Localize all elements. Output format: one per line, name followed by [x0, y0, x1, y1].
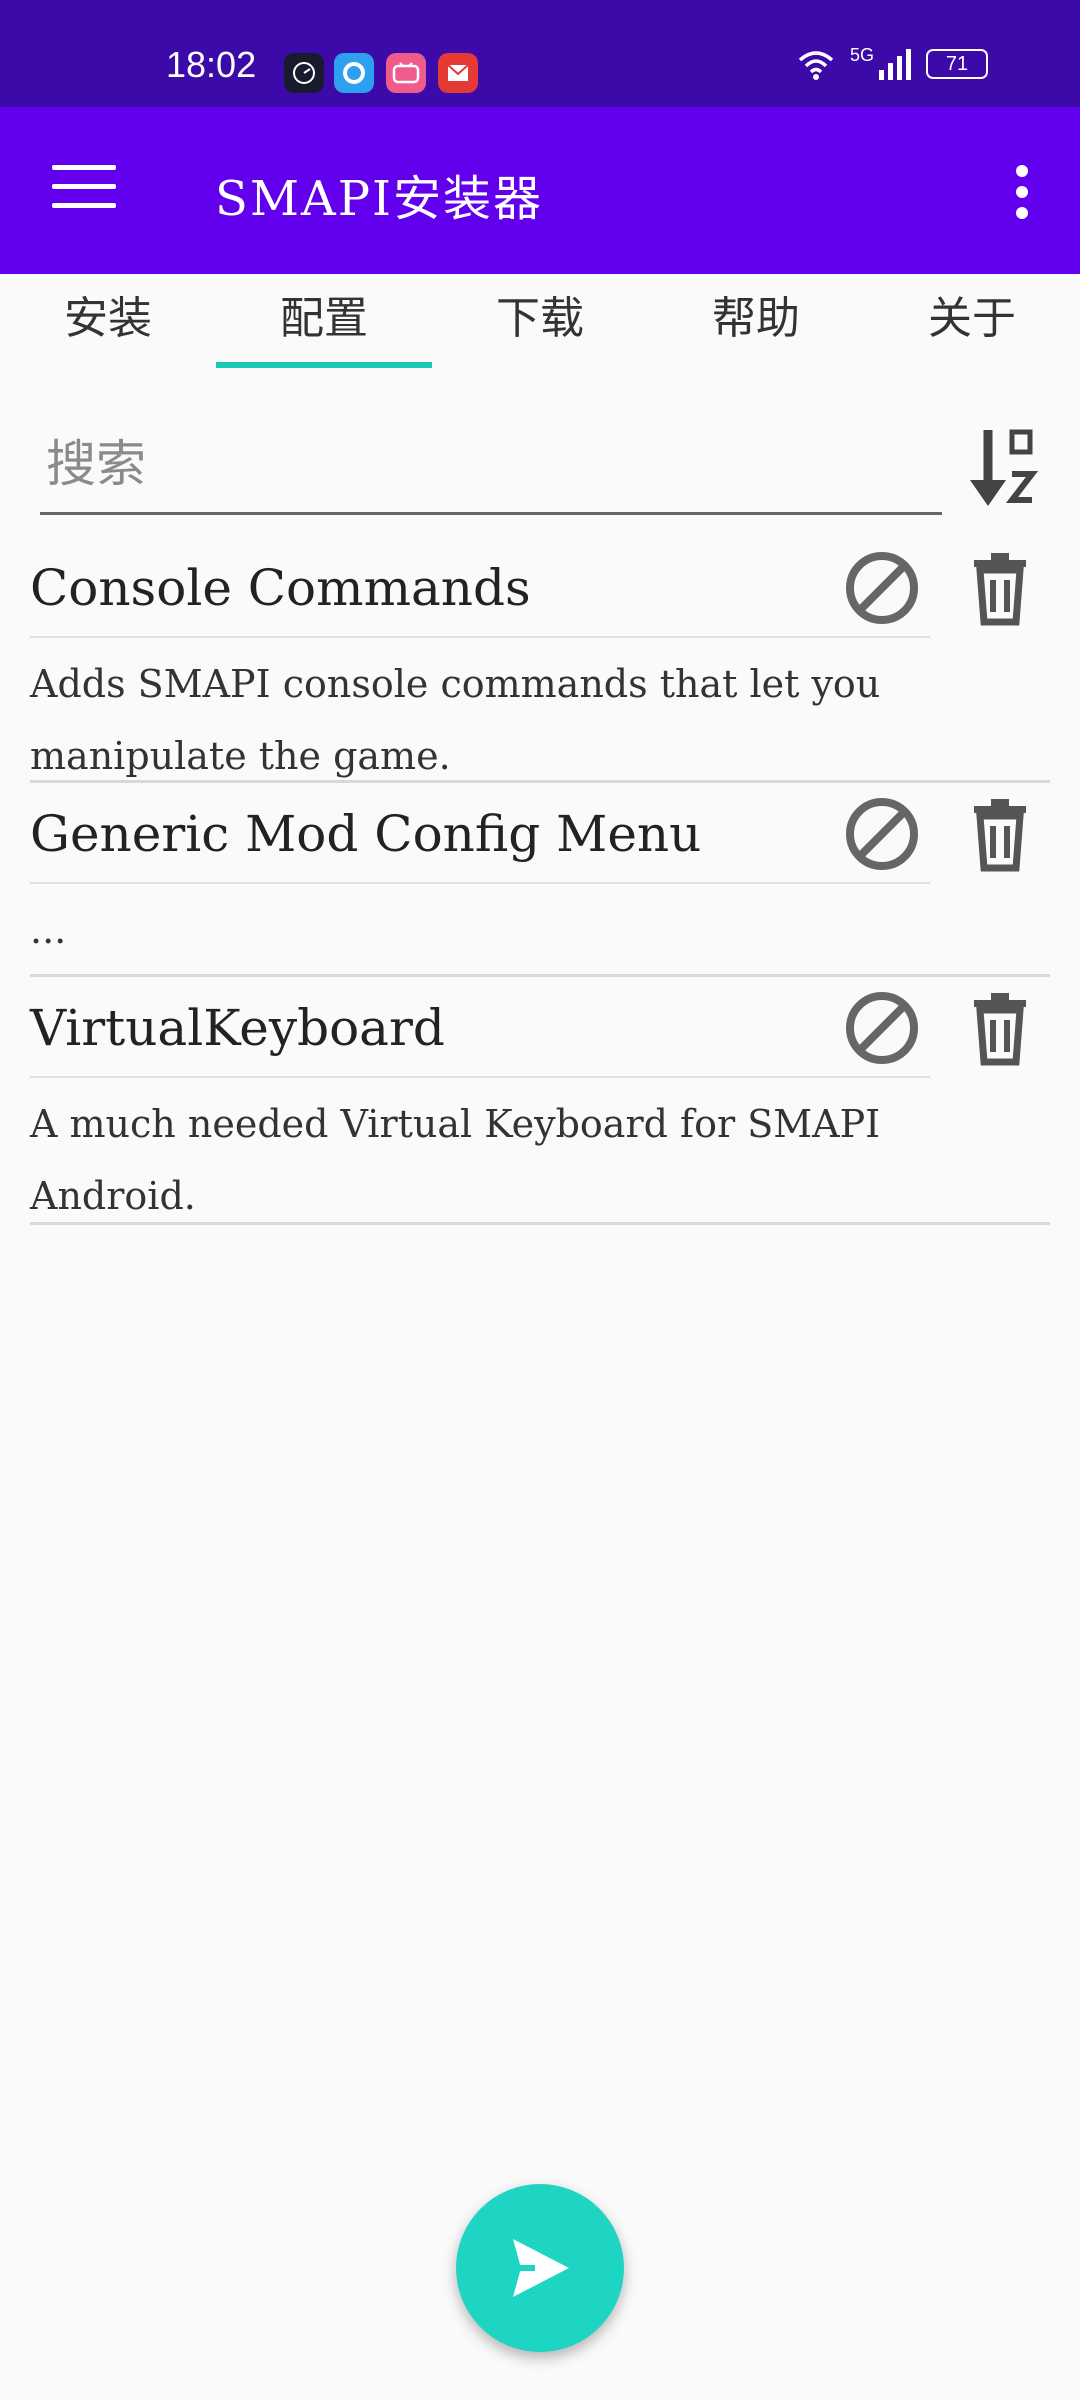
- bilibili-app-icon: [386, 53, 426, 93]
- sort-alpha-icon[interactable]: [966, 426, 1039, 510]
- send-icon: [513, 2239, 569, 2297]
- disable-icon[interactable]: [842, 794, 922, 874]
- battery-level: 71: [945, 52, 969, 75]
- status-bar: 18:02 5G 71: [0, 0, 1080, 107]
- list-item: Generic Mod Config Menu ...: [30, 786, 1050, 978]
- send-fab-button[interactable]: [456, 2184, 624, 2352]
- trash-icon[interactable]: [960, 988, 1040, 1068]
- mod-description: Adds SMAPI console commands that let you…: [30, 662, 881, 778]
- mod-description: ...: [30, 908, 67, 952]
- mod-name: Console Commands: [30, 559, 531, 617]
- trash-icon[interactable]: [960, 794, 1040, 874]
- disable-icon[interactable]: [842, 548, 922, 628]
- search-input[interactable]: [40, 420, 954, 508]
- mod-description: A much needed Virtual Keyboard for SMAPI…: [30, 1102, 881, 1218]
- divider: [30, 974, 1050, 977]
- trash-icon[interactable]: [960, 548, 1040, 628]
- divider: [30, 1076, 930, 1078]
- tab-about[interactable]: 关于: [864, 274, 1080, 370]
- app-bar: SMAPI安装器: [0, 107, 1080, 274]
- signal-icon: [879, 49, 911, 80]
- more-vert-icon[interactable]: [1016, 165, 1032, 228]
- status-time: 18:02: [166, 44, 257, 85]
- battery-icon: 71: [926, 49, 988, 79]
- clock-app-icon: [284, 53, 324, 93]
- disable-icon[interactable]: [842, 988, 922, 1068]
- divider: [30, 882, 930, 884]
- tab-help[interactable]: 帮助: [648, 274, 864, 370]
- hamburger-menu-icon[interactable]: [52, 165, 116, 217]
- mod-name: VirtualKeyboard: [30, 999, 445, 1057]
- divider: [30, 780, 1050, 783]
- tab-install[interactable]: 安装: [0, 274, 216, 370]
- divider: [30, 1222, 1050, 1225]
- browser-app-icon: [334, 53, 374, 93]
- tab-bar: 安装 配置 下载 帮助 关于: [0, 274, 1080, 370]
- mail-app-icon: [438, 53, 478, 93]
- list-item: VirtualKeyboard A much needed Virtual Ke…: [30, 980, 1050, 1226]
- mod-name: Generic Mod Config Menu: [30, 805, 702, 863]
- wifi-icon: [798, 51, 834, 80]
- tab-config[interactable]: 配置: [216, 274, 432, 370]
- status-indicators: 5G 71: [796, 44, 988, 80]
- tab-download[interactable]: 下载: [432, 274, 648, 370]
- divider: [30, 636, 930, 638]
- list-item: Console Commands Adds SMAPI console comm…: [30, 540, 1050, 783]
- app-title: SMAPI安装器: [215, 171, 543, 227]
- network-type-label: 5G: [849, 44, 874, 65]
- search-field: [40, 420, 954, 515]
